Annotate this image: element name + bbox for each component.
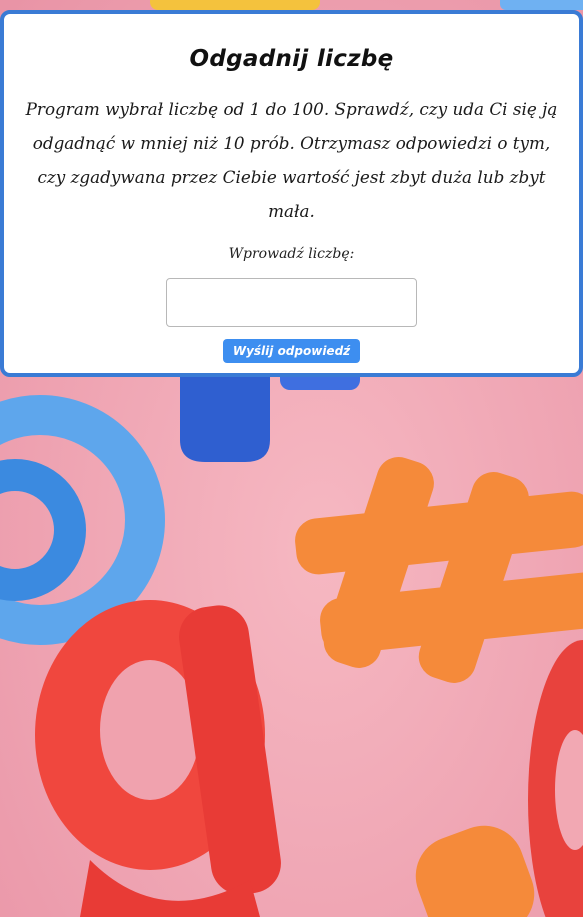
submit-answer-button[interactable]: Wyślij odpowiedź (222, 339, 361, 363)
guess-input[interactable] (166, 278, 417, 327)
guess-input-wrapper (4, 278, 579, 327)
game-card: Odgadnij liczbę Program wybrał liczbę od… (0, 10, 583, 377)
page-title: Odgadnij liczbę (189, 46, 394, 72)
guess-input-label: Wprowadź liczbę: (228, 246, 355, 262)
game-description: Program wybrał liczbę od 1 do 100. Spraw… (25, 99, 558, 221)
